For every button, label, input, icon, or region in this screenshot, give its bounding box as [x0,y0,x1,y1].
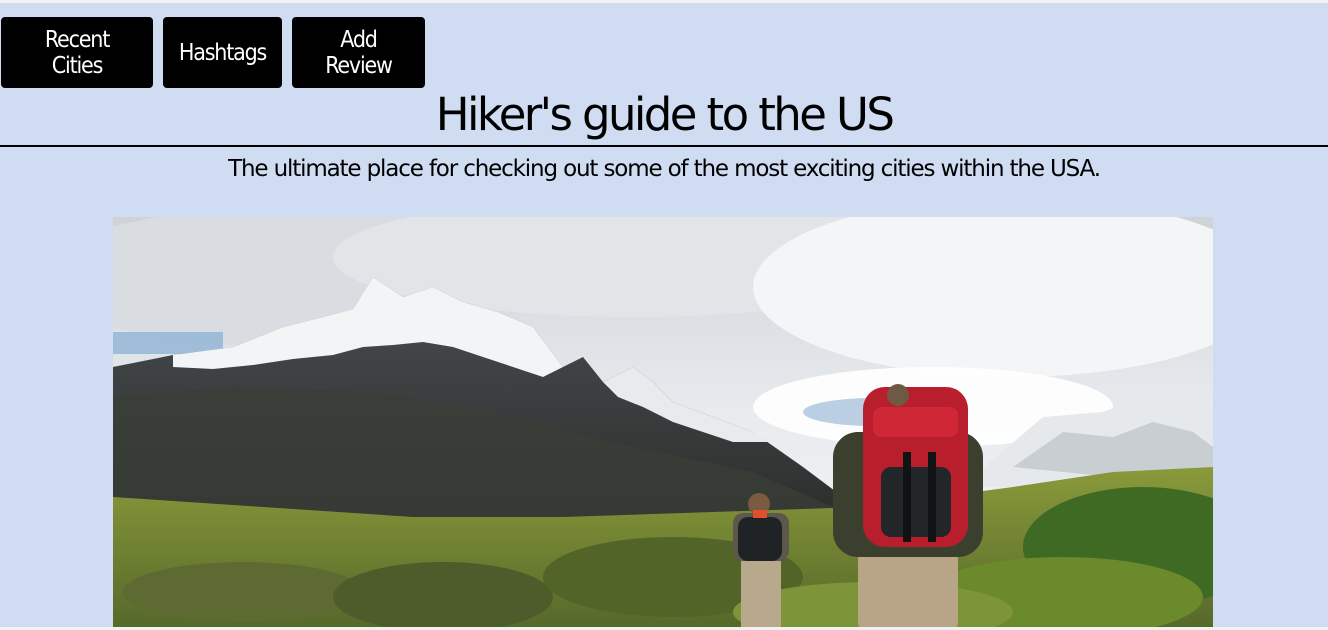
header-divider [0,145,1328,147]
recent-cities-button[interactable]: Recent Cities [1,17,153,88]
top-nav: Recent Cities Hashtags Add Review [1,17,425,88]
add-review-button[interactable]: Add Review [292,17,425,88]
page: Recent Cities Hashtags Add Review Hiker'… [0,3,1328,627]
hashtags-button[interactable]: Hashtags [163,17,282,88]
page-subtitle: The ultimate place for checking out some… [228,156,1101,182]
hero-image [113,217,1213,627]
page-title: Hiker's guide to the US [435,88,895,141]
